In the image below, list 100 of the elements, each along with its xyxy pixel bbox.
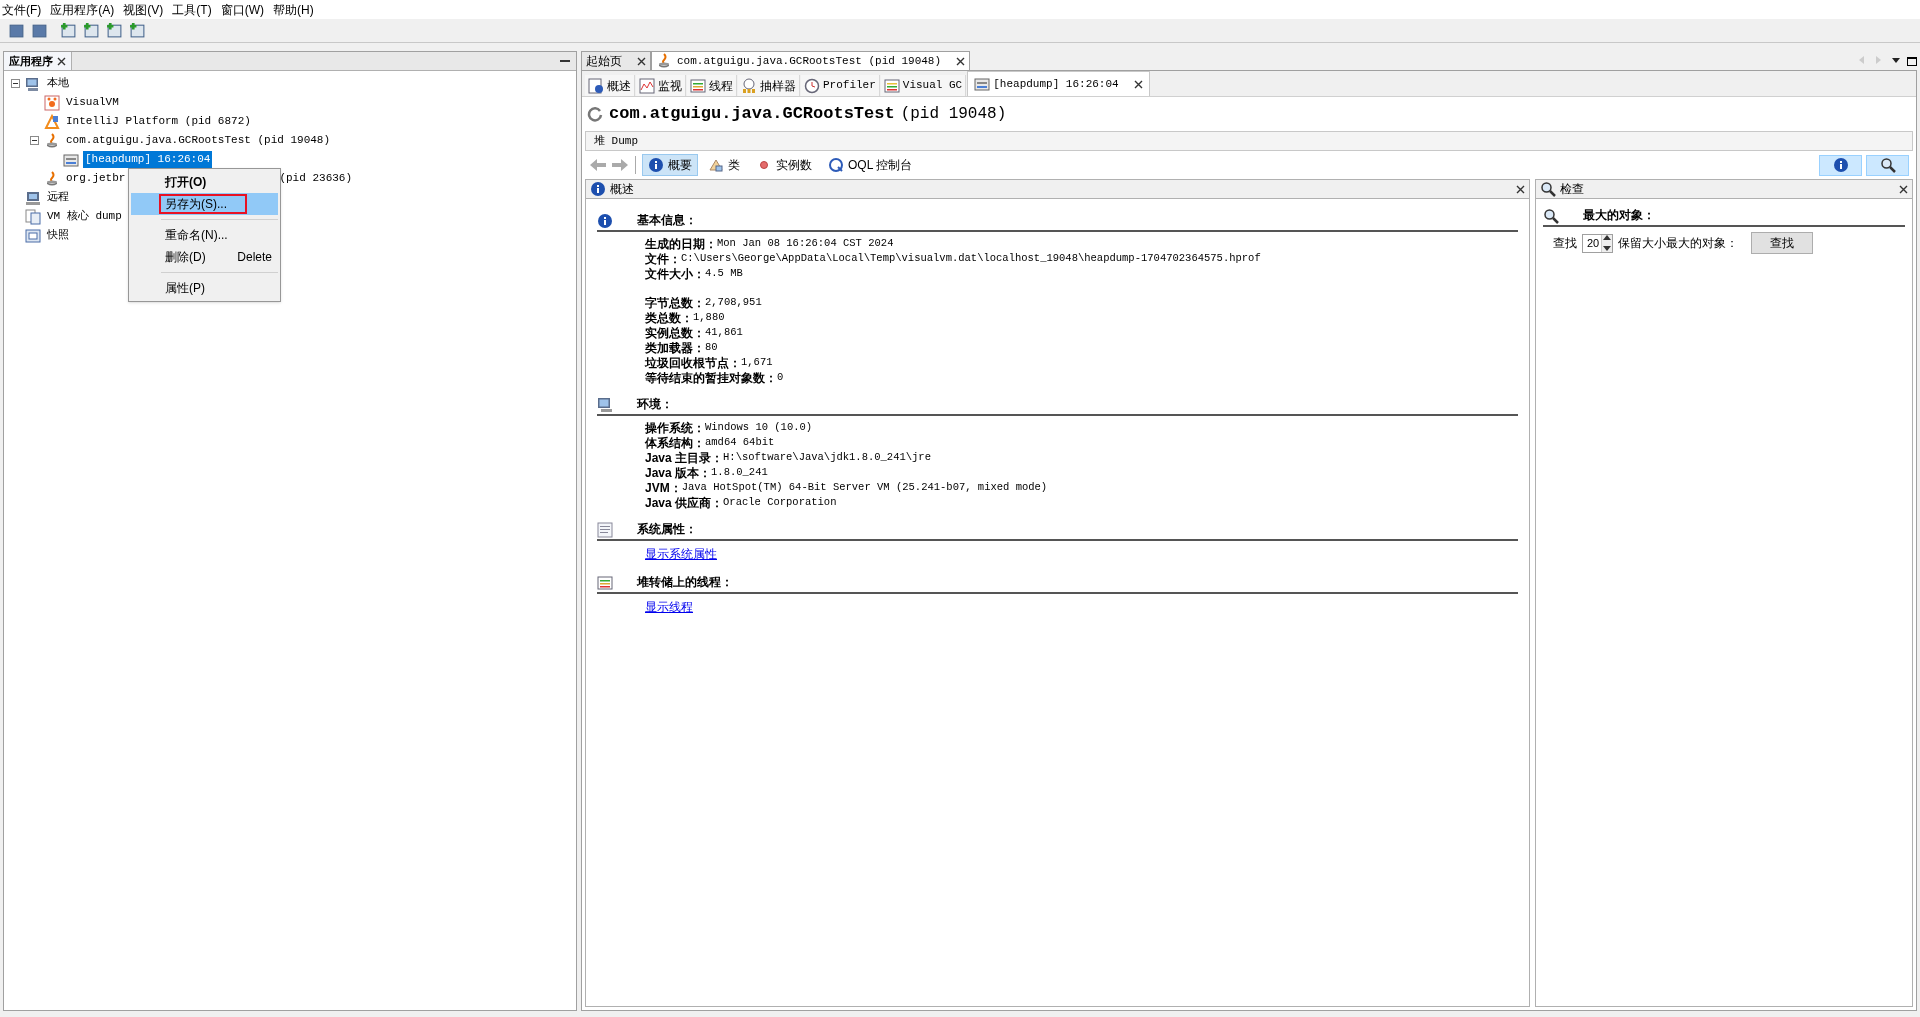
thread-list-icon bbox=[690, 77, 706, 94]
view-tab[interactable]: [heapdump] 16:26:04 bbox=[967, 71, 1150, 96]
clock-icon bbox=[804, 77, 820, 94]
info-label: JVM： bbox=[645, 479, 682, 497]
info-value: C:\Users\George\AppData\Local\Temp\visualvm.dat\localhost_19048\heapdump-1704702364575.hprof bbox=[681, 250, 1261, 266]
info-value: 1.8.0_241 bbox=[711, 464, 768, 480]
info-icon bbox=[590, 181, 606, 197]
menu-item[interactable]: 窗口(W) bbox=[220, 0, 264, 19]
menu-item[interactable]: 应用程序(A) bbox=[50, 0, 115, 19]
info-value: 1,880 bbox=[693, 309, 725, 325]
section-title: 最大的对象： bbox=[1583, 207, 1655, 224]
tree-item[interactable]: VisualVM bbox=[64, 94, 121, 111]
computer-icon bbox=[597, 397, 613, 413]
info-document-icon bbox=[588, 77, 604, 94]
heap-dump-icon bbox=[974, 76, 991, 92]
menu-item[interactable]: 工具(T) bbox=[172, 0, 212, 19]
toggle-button[interactable] bbox=[1819, 154, 1862, 176]
view-tab[interactable]: Visual GC bbox=[880, 75, 967, 96]
info-value: 4.5 MB bbox=[705, 265, 743, 281]
info-label: Java 供应商： bbox=[645, 494, 724, 512]
document-tab[interactable]: 起始页 bbox=[581, 51, 651, 70]
info-value: 80 bbox=[705, 339, 718, 355]
view-button[interactable]: OQL 控制台 bbox=[822, 154, 919, 176]
collapse-icon[interactable] bbox=[30, 136, 39, 145]
view-button[interactable]: 实例数 bbox=[750, 154, 818, 176]
search-document-icon bbox=[1543, 208, 1559, 224]
maximize-icon[interactable] bbox=[1907, 57, 1917, 66]
section-title: 堆转储上的线程： bbox=[637, 574, 733, 591]
menu-item[interactable]: 视图(V) bbox=[123, 0, 164, 19]
tree-item[interactable]: [heapdump] 16:26:04 bbox=[83, 151, 213, 168]
info-label: 类总数： bbox=[645, 309, 693, 326]
list-icon bbox=[597, 522, 613, 538]
menu-item[interactable]: 文件(F) bbox=[2, 0, 42, 19]
info-value: H:\software\Java\jdk1.8.0_241\jre bbox=[723, 449, 931, 465]
view-tab[interactable]: 概述 bbox=[585, 75, 635, 96]
menu-item[interactable]: 另存为(S)... bbox=[131, 193, 278, 215]
info-value: Java HotSpot(TM) 64-Bit Server VM (25.241-b07, mixed mode) bbox=[681, 479, 1048, 495]
up-arrow-icon[interactable] bbox=[1602, 233, 1613, 243]
info-label: 字节总数： bbox=[645, 294, 705, 312]
app-icon bbox=[44, 113, 60, 130]
info-icon bbox=[648, 157, 664, 173]
link[interactable]: 显示系统属性 bbox=[645, 547, 717, 561]
tree-item[interactable]: com.atguigu.java.GCRootsTest (pid 19048) bbox=[64, 132, 333, 149]
view-tab[interactable]: 抽样器 bbox=[738, 75, 800, 96]
view-tab[interactable]: Profiler bbox=[801, 75, 880, 96]
thread-list-icon bbox=[597, 575, 613, 591]
menu-item[interactable]: 帮助(H) bbox=[273, 0, 314, 19]
app-icon bbox=[44, 94, 60, 111]
network-computer-icon bbox=[25, 189, 41, 206]
menu-item[interactable]: 属性(P) bbox=[131, 277, 278, 299]
collapse-icon[interactable] bbox=[11, 79, 20, 88]
close-icon[interactable] bbox=[1899, 184, 1908, 194]
panel-tab[interactable]: 应用程序 bbox=[4, 52, 72, 70]
view-button[interactable]: 类 bbox=[702, 154, 746, 176]
info-label: 文件： bbox=[645, 250, 681, 268]
dropdown-icon[interactable] bbox=[1891, 55, 1901, 65]
tree-item[interactable]: 本地 bbox=[45, 75, 71, 92]
info-value: 2,708,951 bbox=[705, 294, 762, 310]
link[interactable]: 显示线程 bbox=[645, 600, 693, 614]
toggle-button[interactable] bbox=[1866, 154, 1909, 176]
tree-item[interactable]: 远程 bbox=[45, 189, 71, 206]
close-icon[interactable] bbox=[637, 56, 646, 66]
info-value: 1,671 bbox=[741, 354, 773, 370]
panel-title: 检查 bbox=[1560, 181, 1584, 198]
info-label: 生成的日期： bbox=[645, 235, 717, 253]
down-arrow-icon[interactable] bbox=[1602, 243, 1613, 253]
computer-icon bbox=[25, 75, 41, 92]
info-label: 操作系统： bbox=[645, 419, 705, 436]
view-button[interactable]: 概要 bbox=[642, 154, 698, 176]
tree-item[interactable]: org.jetbr bbox=[64, 170, 128, 187]
panel-title: 概述 bbox=[610, 181, 634, 198]
view-tab[interactable]: 监视 bbox=[636, 75, 686, 96]
window-title: com.atguigu.java.GCRootsTest bbox=[609, 103, 895, 126]
close-icon[interactable] bbox=[57, 56, 66, 66]
menu-item[interactable]: 删除(D) Delete bbox=[131, 246, 278, 268]
tree-item[interactable]: 快照 bbox=[45, 227, 71, 244]
count-spinner[interactable]: 20 bbox=[1582, 233, 1614, 253]
count-label: 保留大小最大的对象： bbox=[1618, 235, 1739, 252]
menu-item[interactable]: 重命名(N)... bbox=[131, 224, 278, 246]
close-icon[interactable] bbox=[956, 56, 966, 66]
tree-item[interactable]: VM 核心 dump bbox=[45, 208, 124, 225]
search-icon bbox=[1540, 181, 1556, 197]
info-label: 文件大小： bbox=[645, 265, 705, 283]
info-icon bbox=[597, 213, 613, 229]
coffee-cup-icon bbox=[656, 53, 672, 69]
heap-dump-icon bbox=[63, 151, 79, 168]
document-tab[interactable]: com.atguigu.java.GCRootsTest (pid 19048) bbox=[651, 51, 971, 70]
close-icon[interactable] bbox=[1133, 79, 1143, 89]
info-value: Mon Jan 08 16:26:04 CST 2024 bbox=[717, 235, 894, 251]
tree-item-text: (pid 23636) bbox=[279, 171, 353, 187]
info-label: 实例总数： bbox=[645, 324, 705, 342]
close-icon[interactable] bbox=[1516, 184, 1525, 194]
view-tab[interactable]: 线程 bbox=[687, 75, 737, 96]
menu-item[interactable]: 打开(O) bbox=[131, 171, 278, 193]
section-title: 基本信息： bbox=[637, 212, 697, 229]
info-label: Java 版本： bbox=[645, 464, 712, 482]
tree-item[interactable]: IntelliJ Platform (pid 6872) bbox=[64, 113, 253, 130]
find-button[interactable]: 查找 bbox=[1751, 232, 1814, 254]
info-label: 体系结构： bbox=[645, 434, 705, 451]
find-label: 查找 bbox=[1553, 235, 1577, 252]
